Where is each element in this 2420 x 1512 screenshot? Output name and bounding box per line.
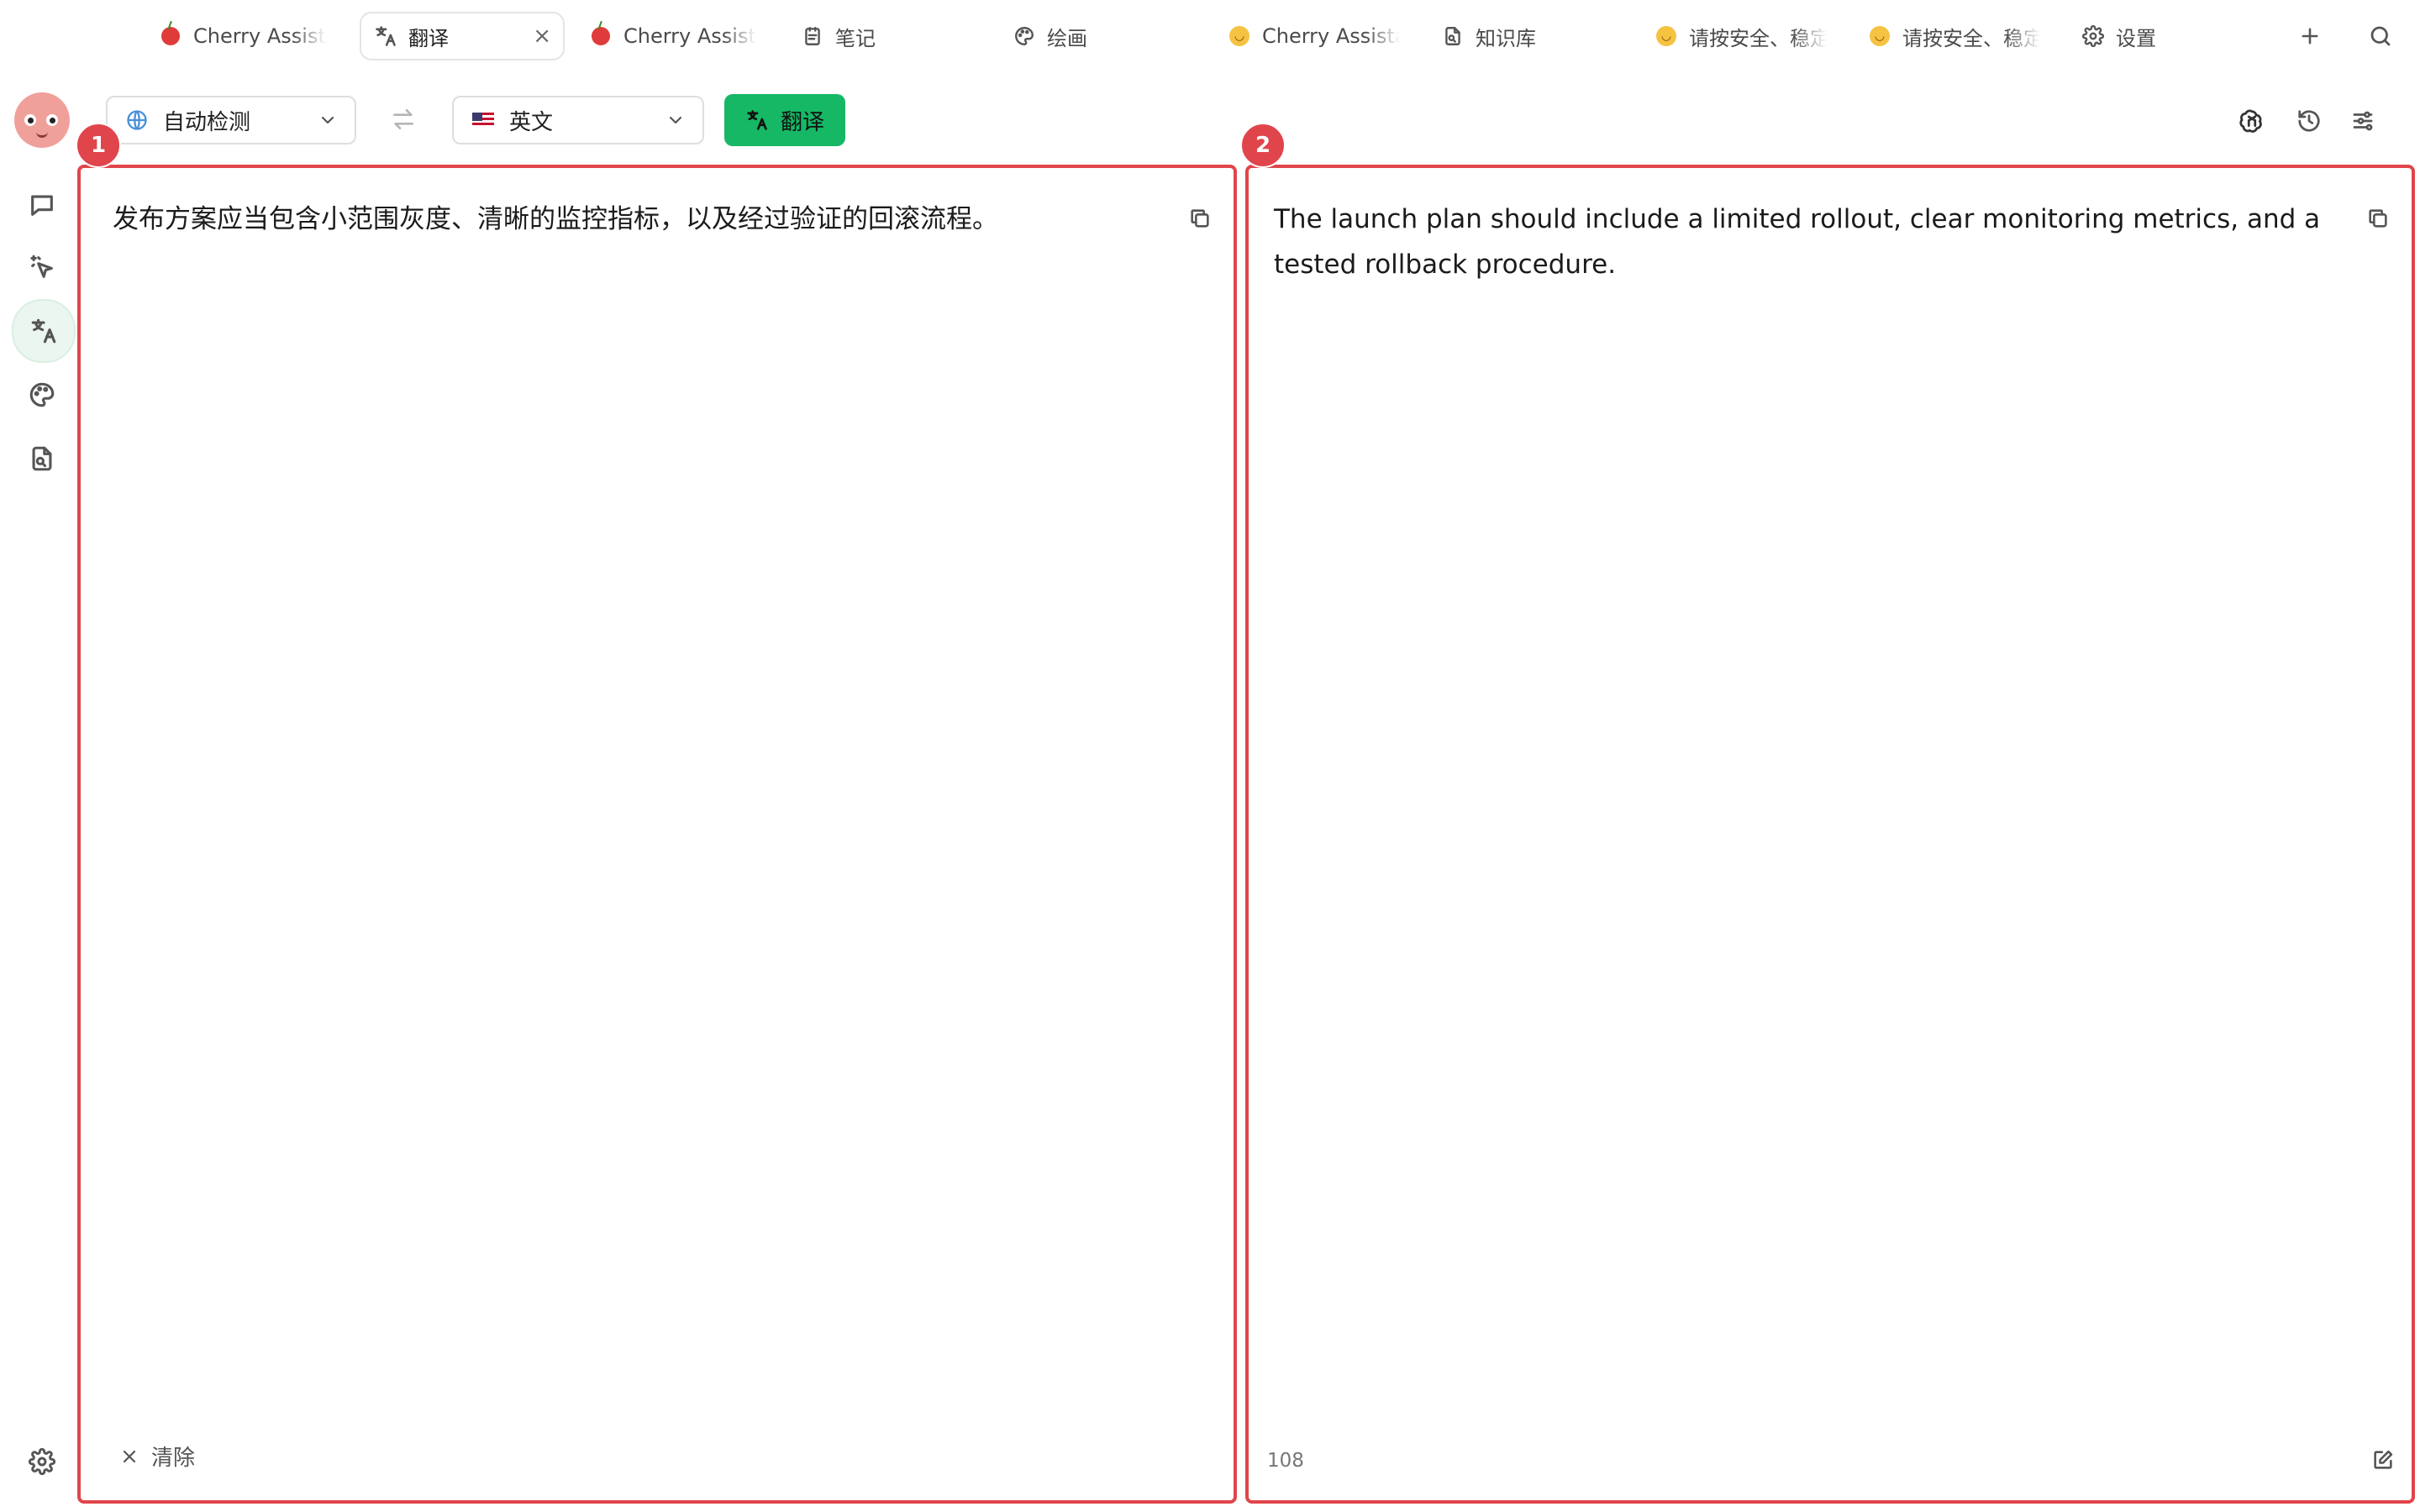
tab-cherry-assistant-1[interactable]: Cherry Assistant [158,12,326,60]
translate-button[interactable]: 翻译 [724,94,845,146]
source-text[interactable]: 发布方案应当包含小范围灰度、清晰的监控指标，以及经过验证的回滚流程。 [113,197,1155,242]
us-flag-icon [471,108,496,133]
translate-button-label: 翻译 [780,109,824,135]
translate-icon [373,24,398,49]
avatar[interactable] [14,92,70,148]
tab-label: 知识库 [1476,26,1536,50]
tab-knowledge-base[interactable]: 知识库 [1440,12,1566,60]
notes-icon [800,24,825,49]
tab-bar: Cherry Assistant 翻译 × Cherry Assistant 笔… [0,0,2420,72]
gear-icon [2081,24,2106,49]
history-icon [2298,110,2320,132]
sidebar-item-chat[interactable] [12,175,72,235]
cursor-sparkle-icon [30,255,53,278]
plus-icon [2302,28,2318,45]
tab-label: 请按安全、稳定 [1902,26,2040,50]
target-language-label: 英文 [509,109,554,135]
target-text[interactable]: The launch plan should include a limited… [1274,197,2349,287]
chevron-down-icon [666,110,686,130]
copy-icon [1191,209,1209,228]
tab-painting[interactable]: 绘画 [1012,12,1129,60]
cherry-icon [588,24,613,49]
tab-label: 设置 [2116,26,2156,50]
palette-icon [1012,24,1037,49]
target-text-panel[interactable]: The launch plan should include a limited… [1245,165,2415,1504]
annotation-badge-2: 2 [1240,123,1286,168]
tab-label: Cherry Assistant [1262,24,1400,48]
edit-icon [2374,1450,2393,1469]
tab-label: 请按安全、稳定 [1689,26,1827,50]
annotation-badge-1: 1 [76,123,121,168]
tab-label: 笔记 [835,26,876,50]
source-text-panel[interactable]: 发布方案应当包含小范围灰度、清晰的监控指标，以及经过验证的回滚流程。 清除 [77,165,1237,1504]
globe-icon [124,108,150,133]
sidebar-item-knowledge[interactable] [12,428,72,489]
smile-emoji-icon: ◡ [1654,24,1679,49]
tab-translate[interactable]: 翻译 × [360,12,565,60]
swap-icon [393,109,413,129]
copy-source-button[interactable] [1185,203,1215,234]
tab-settings[interactable]: 设置 [2081,12,2181,60]
clear-label: 清除 [151,1446,196,1471]
tab-prompt-2[interactable]: ◡ 请按安全、稳定 [1867,12,2040,60]
chat-icon [31,195,53,216]
file-search-icon [32,446,52,471]
sidebar-item-agents[interactable] [12,237,72,297]
clear-button[interactable]: 清除 [119,1441,195,1472]
copy-target-button[interactable] [2363,203,2393,234]
openai-icon [2239,109,2262,133]
copy-icon [2369,209,2387,228]
swap-languages-button[interactable] [387,102,420,136]
target-language-select[interactable]: 英文 [452,96,704,144]
char-count-value: 108 [1267,1450,1304,1472]
knowledge-icon [1440,24,1465,49]
tab-cherry-assistant-2[interactable]: Cherry Assistant [588,12,756,60]
tab-close-icon[interactable]: × [516,24,551,49]
model-select-button[interactable] [2235,104,2269,138]
sidebar [0,72,84,1512]
settings-sliders-button[interactable] [2346,104,2380,138]
sidebar-item-painting[interactable] [12,365,72,425]
sidebar-item-settings[interactable] [12,1431,72,1492]
sidebar-item-translate[interactable] [12,299,76,363]
smile-emoji-icon: ◡ [1227,24,1252,49]
tab-label: 绘画 [1047,26,1087,50]
translate-icon [31,318,56,344]
history-button[interactable] [2292,104,2326,138]
search-icon [2370,26,2391,46]
smile-emoji-icon: ◡ [1867,24,1892,49]
character-count: 108 [1267,1450,1304,1472]
tab-prompt-1[interactable]: ◡ 请按安全、稳定 [1654,12,1827,60]
tab-label: 翻译 [408,26,449,50]
sliders-icon [2353,111,2373,131]
gear-icon [29,1448,55,1475]
add-tab-button[interactable] [2292,18,2328,54]
edit-button[interactable] [2371,1448,2395,1472]
search-button[interactable] [2363,18,2398,54]
cherry-icon [158,24,183,49]
tab-cherry-assistant-3[interactable]: ◡ Cherry Assistant [1227,12,1400,60]
source-language-label: 自动检测 [163,109,251,135]
close-icon [119,1446,139,1467]
tab-label: Cherry Assistant [623,24,756,48]
source-language-select[interactable]: 自动检测 [106,96,356,144]
tab-label: Cherry Assistant [193,24,326,48]
palette-icon [29,382,55,407]
tab-notes[interactable]: 笔记 [800,12,901,60]
translate-icon [745,108,769,132]
chevron-down-icon [318,110,338,130]
